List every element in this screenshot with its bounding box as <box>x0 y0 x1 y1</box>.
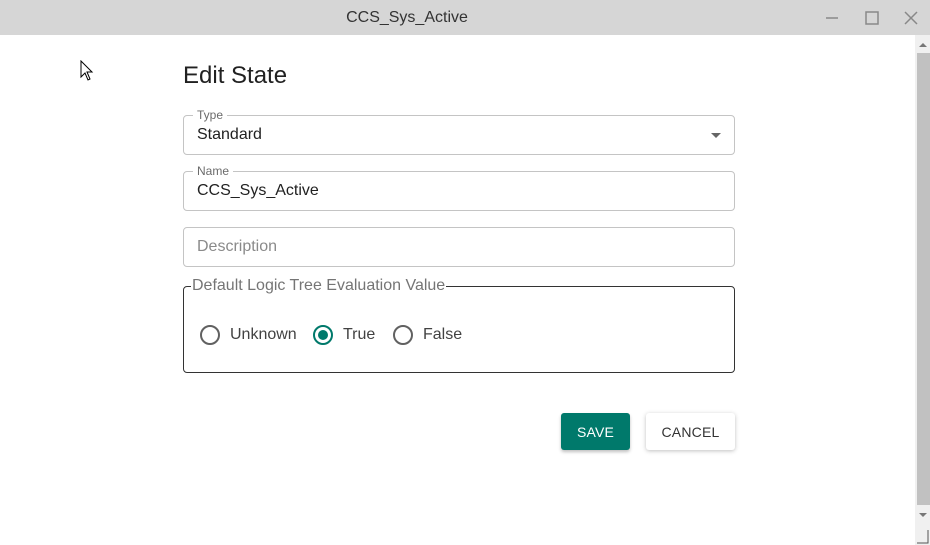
vertical-scrollbar[interactable] <box>915 35 930 545</box>
description-input[interactable]: Description <box>183 227 735 267</box>
name-value: CCS_Sys_Active <box>197 182 319 199</box>
radio-true[interactable]: True <box>313 324 375 346</box>
name-input[interactable]: Name CCS_Sys_Active <box>183 165 735 211</box>
scroll-up-arrow-icon <box>918 43 927 47</box>
dropdown-arrow-icon <box>711 133 721 138</box>
scroll-down-button[interactable] <box>915 507 930 523</box>
evaluation-value-group: Default Logic Tree Evaluation Value Unkn… <box>183 277 735 373</box>
window-title: CCS_Sys_Active <box>346 9 468 26</box>
radio-false[interactable]: False <box>393 324 462 346</box>
scrollbar-thumb[interactable] <box>917 53 930 505</box>
radio-unknown[interactable]: Unknown <box>200 324 297 346</box>
maximize-icon <box>865 10 879 25</box>
radio-true-label: True <box>343 326 376 343</box>
minimize-icon <box>826 16 838 19</box>
close-icon <box>904 10 918 25</box>
cancel-button[interactable]: CANCEL <box>646 413 735 450</box>
scroll-down-arrow-icon <box>918 513 927 517</box>
type-value: Standard <box>197 126 262 143</box>
radio-checked-icon <box>313 325 333 345</box>
resize-grip-icon[interactable] <box>915 527 930 545</box>
radio-unknown-label: Unknown <box>230 326 297 343</box>
dialog-title: Edit State <box>183 62 288 89</box>
scroll-up-button[interactable] <box>915 37 930 53</box>
radio-unchecked-icon <box>393 325 413 345</box>
radio-false-label: False <box>423 326 463 343</box>
description-placeholder: Description <box>197 238 278 255</box>
maximize-button[interactable] <box>852 0 892 35</box>
evaluation-legend: Default Logic Tree Evaluation Value <box>191 277 447 295</box>
mouse-cursor-icon <box>80 59 94 87</box>
minimize-button[interactable] <box>812 0 852 35</box>
close-button[interactable] <box>891 0 930 35</box>
radio-unchecked-icon <box>200 325 220 345</box>
save-button[interactable]: SAVE <box>561 413 630 450</box>
app-window: CCS_Sys_Active Edit State Type Standard <box>0 0 930 545</box>
title-bar[interactable]: CCS_Sys_Active <box>0 0 930 35</box>
type-select[interactable]: Type Standard <box>183 109 735 155</box>
